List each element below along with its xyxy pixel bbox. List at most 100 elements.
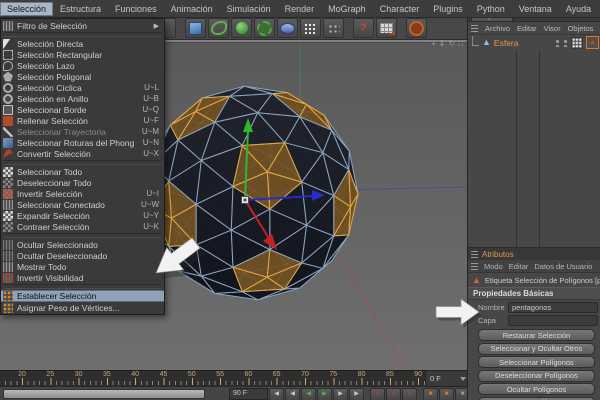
layer-input[interactable] (508, 314, 598, 326)
om-menu-objetos[interactable]: Objetos (568, 24, 594, 33)
menu-item-convertir-selecci-n[interactable]: Convertir Selección U~X (1, 148, 164, 159)
object-row-esfera[interactable]: ▲ Esfera ▲ (468, 35, 600, 50)
menubar-item-python[interactable]: Python (470, 2, 512, 16)
polygon-object-icon[interactable]: ▲ (482, 38, 491, 47)
attr-menu-editar[interactable]: Editar (509, 262, 529, 271)
visibility-dots-icon[interactable] (555, 38, 560, 47)
toggle-1[interactable]: ■ (423, 387, 438, 400)
menu-item-establecer-selecci-n[interactable]: Establecer Selección (1, 290, 164, 302)
go-start-button[interactable]: ◀ (269, 387, 284, 400)
menu-item-seleccionar-conectado[interactable]: Seleccionar Conectado U~W (1, 199, 164, 210)
toolbar-spline-icon[interactable] (208, 18, 229, 38)
menu-item-seleccionar-roturas-del-phong[interactable]: Seleccionar Roturas del Phong U~N (1, 137, 164, 148)
menu-item-selecci-n-lazo[interactable]: Selección Lazo (1, 60, 164, 71)
key-scale-button[interactable]: ● (402, 387, 417, 400)
menubar-item-render[interactable]: Render (278, 2, 322, 16)
menubar-item-mograph[interactable]: MoGraph (321, 2, 373, 16)
frame-spinner-icon[interactable] (460, 376, 466, 381)
om-menu-visor[interactable]: Visor (544, 24, 561, 33)
menubar-item-estructura[interactable]: Estructura (53, 2, 108, 16)
point-selection-tag-icon[interactable] (571, 36, 583, 49)
toggle-2[interactable]: ■ (439, 387, 454, 400)
pan-icon[interactable]: + (431, 40, 436, 48)
toolbar-sphere-object-icon[interactable] (231, 18, 252, 38)
menubar-item-character[interactable]: Character (373, 2, 427, 16)
menubar-item-funciones[interactable]: Funciones (108, 2, 164, 16)
menu-item-label: Rellenar Selección (17, 115, 88, 126)
menu-item-rellenar-selecci-n[interactable]: Rellenar Selección U~F (1, 115, 164, 126)
basic-properties-section[interactable]: Propiedades Básicas (468, 287, 600, 300)
play-button[interactable]: ▶ (317, 387, 332, 400)
prev-key-button[interactable]: ◀ (285, 387, 300, 400)
tag-title-row: ▲ Etiqueta Selección de Polígonos [penta… (468, 273, 600, 287)
menubar-item-selección[interactable]: Selección (0, 1, 54, 16)
menu-item-mostrar-todo[interactable]: Mostrar Todo (1, 261, 164, 272)
end-frame-field[interactable]: 90 F (229, 388, 268, 400)
toolbar-particles-icon[interactable] (300, 18, 321, 38)
rotate-icon[interactable]: ↻ (448, 40, 455, 48)
om-menu-archivo[interactable]: Archivo (485, 24, 510, 33)
object-name[interactable]: Esfera (494, 38, 552, 48)
button-restaurar-selección[interactable]: Restaurar Selección (478, 329, 595, 341)
menubar-item-ventana[interactable]: Ventana (512, 2, 559, 16)
menu-item-invertir-selecci-n[interactable]: Invertir Selección U~I (1, 188, 164, 199)
play-back-button[interactable]: ◀ (301, 387, 316, 400)
maximize-icon[interactable]: □ (458, 40, 463, 48)
button-deseleccionar-polígonos[interactable]: Deseleccionar Polígonos (478, 369, 595, 382)
toolbar-target-icon[interactable] (406, 18, 427, 38)
menu-item-filtro-de-selecci-n[interactable]: Filtro de Selección ▶ (1, 20, 164, 31)
menu-item-deseleccionar-todo[interactable]: Deseleccionar Todo (1, 177, 164, 188)
toolbar-dots-icon[interactable] (323, 18, 344, 38)
menu-item-selecci-n-rectangular[interactable]: Selección Rectangular (1, 49, 164, 60)
menu-item-invertir-visibilidad[interactable]: Invertir Visibilidad (1, 272, 164, 283)
menu-item-seleccionar-trayectoria[interactable]: Seleccionar Trayectoria U~M (1, 126, 164, 137)
menu-item-selecci-n-c-clica[interactable]: Selección Cíclica U~L (1, 82, 164, 93)
current-frame-field[interactable]: 0 F (425, 370, 469, 387)
menu-item-asignar-peso-de-v-rtices[interactable]: Asignar Peso de Vértices... (1, 302, 164, 313)
menu-item-selecci-n-en-anillo[interactable]: Selección en Anillo U~B (1, 93, 164, 104)
timeline-range-slider[interactable] (3, 389, 205, 399)
attr-menu-modo[interactable]: Modo (484, 262, 503, 271)
toolbar-gear-icon[interactable] (254, 18, 275, 38)
attributes-burger-icon[interactable] (471, 262, 478, 270)
zoom-icon[interactable]: ⇕ (439, 40, 446, 48)
menu-item-ocultar-deseleccionado[interactable]: Ocultar Deseleccionado (1, 250, 164, 261)
menu-item-label: Contraer Selección (17, 221, 90, 232)
ruler-label-65: 65 (272, 371, 281, 378)
name-input[interactable]: pentagonos (508, 301, 598, 313)
menu-item-expandir-selecci-n[interactable]: Expandir Selección U~Y (1, 210, 164, 221)
menu-item-ocultar-seleccionado[interactable]: Ocultar Seleccionado (1, 239, 164, 250)
viewport-nav-icons: + ⇕ ↻ □ (431, 40, 463, 48)
object-tree-area[interactable] (468, 50, 600, 247)
toolbar-cube-icon[interactable] (185, 18, 206, 38)
go-end-button[interactable]: ▶ (349, 387, 364, 400)
menu-item-seleccionar-borde[interactable]: Seleccionar Borde U~Q (1, 104, 164, 115)
record-button[interactable]: ● (370, 387, 385, 400)
menubar-item-animación[interactable]: Animación (164, 2, 220, 16)
button-mostrar-polígonos[interactable]: Mostrar Polígonos (478, 396, 595, 400)
toolbar-grid-arrow-icon[interactable] (376, 18, 397, 38)
menu-item-seleccionar-todo[interactable]: Seleccionar Todo (1, 166, 164, 177)
toolbar-oval-icon[interactable] (277, 18, 298, 38)
timeline-ruler[interactable]: 20 25 30 35 40 45 50 55 60 65 70 75 80 85 90 (0, 370, 425, 386)
menu-item-contraer-selecci-n[interactable]: Contraer Selección U~K (1, 221, 164, 232)
attr-menu-datos-de-usuario[interactable]: Datos de Usuario (534, 262, 592, 271)
menubar-item-plugins[interactable]: Plugins (426, 2, 470, 16)
menubar-item-simulación[interactable]: Simulación (220, 2, 278, 16)
om-menu-editar[interactable]: Editar (517, 24, 537, 33)
polygon-selection-tag-icon[interactable]: ▲ (586, 36, 599, 49)
menu-separator (4, 233, 161, 238)
attributes-menu-icon[interactable] (471, 250, 478, 258)
menubar-item-ayuda[interactable]: Ayuda (559, 2, 598, 16)
button-seleccionar-polígonos[interactable]: Seleccionar Polígonos (478, 356, 595, 368)
menu-item-selecci-n-poligonal[interactable]: Selección Poligonal (1, 71, 164, 82)
menu-item-label: Selección Poligonal (17, 71, 92, 82)
toolbar-help-cursor-icon[interactable]: ? (353, 18, 374, 38)
key-position-button[interactable]: ● (386, 387, 401, 400)
button-ocultar-polígonos[interactable]: Ocultar Polígonos (478, 383, 595, 395)
menu-item-selecci-n-directa[interactable]: Selección Directa (1, 38, 164, 49)
render-dots-icon[interactable] (563, 38, 568, 47)
next-key-button[interactable]: ▶ (333, 387, 348, 400)
button-seleccionar-y-ocultar-otros[interactable]: Seleccionar y Ocultar Otros (478, 342, 595, 355)
panel-menu-icon[interactable] (471, 24, 478, 32)
